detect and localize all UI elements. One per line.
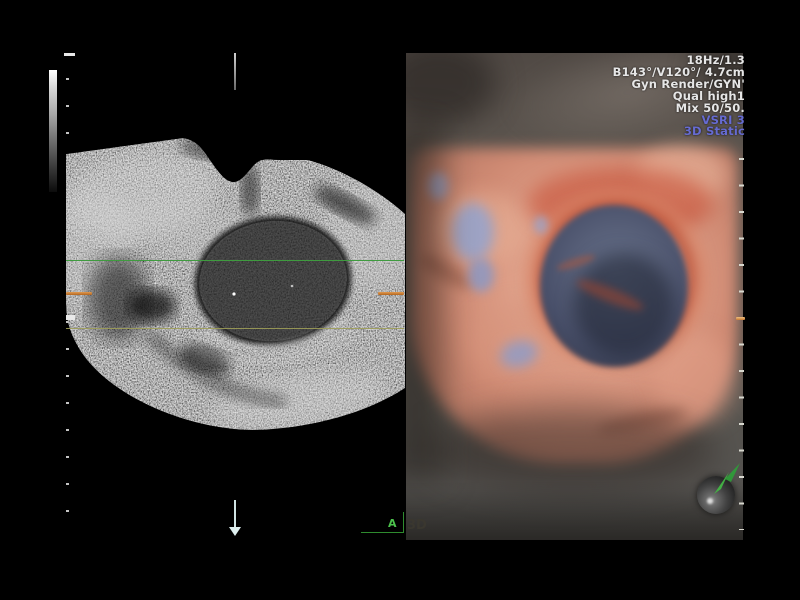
acquisition-status-block: 18Hz/1.3 B143°/V120°/ 4.7cm Gyn Render/G… — [613, 55, 745, 138]
status-line-3d-static: 3D Static — [613, 126, 745, 138]
focal-zone-marker-right[interactable] — [378, 292, 404, 295]
focal-zone-marker-right-panel[interactable] — [736, 317, 745, 320]
color-doppler-patch — [534, 216, 548, 234]
focal-zone-marker-left[interactable] — [66, 292, 92, 295]
color-doppler-patch — [452, 203, 494, 261]
gain-marker[interactable] — [66, 315, 75, 320]
view-label: A — [388, 517, 397, 530]
sphere-highlight — [707, 498, 713, 504]
color-doppler-patch — [468, 258, 494, 292]
image-corner-bracket-vertical — [403, 512, 404, 533]
image-corner-bracket-horizontal — [361, 532, 404, 533]
render-box-top-line[interactable] — [66, 260, 404, 261]
panel-mode-label: 3D — [407, 518, 427, 533]
probe-direction-line — [234, 500, 236, 527]
probe-direction-arrow-icon — [229, 527, 241, 536]
green-axis-arrow-icon — [712, 462, 742, 496]
ultrasound-dual-view-screen: A 18Hz/1.3 B143°/V120°/ 4.7cm Gyn Render… — [0, 0, 800, 600]
render-box-bottom-line[interactable] — [66, 328, 404, 329]
fan-sector — [54, 135, 420, 438]
background-shadow — [406, 53, 496, 126]
